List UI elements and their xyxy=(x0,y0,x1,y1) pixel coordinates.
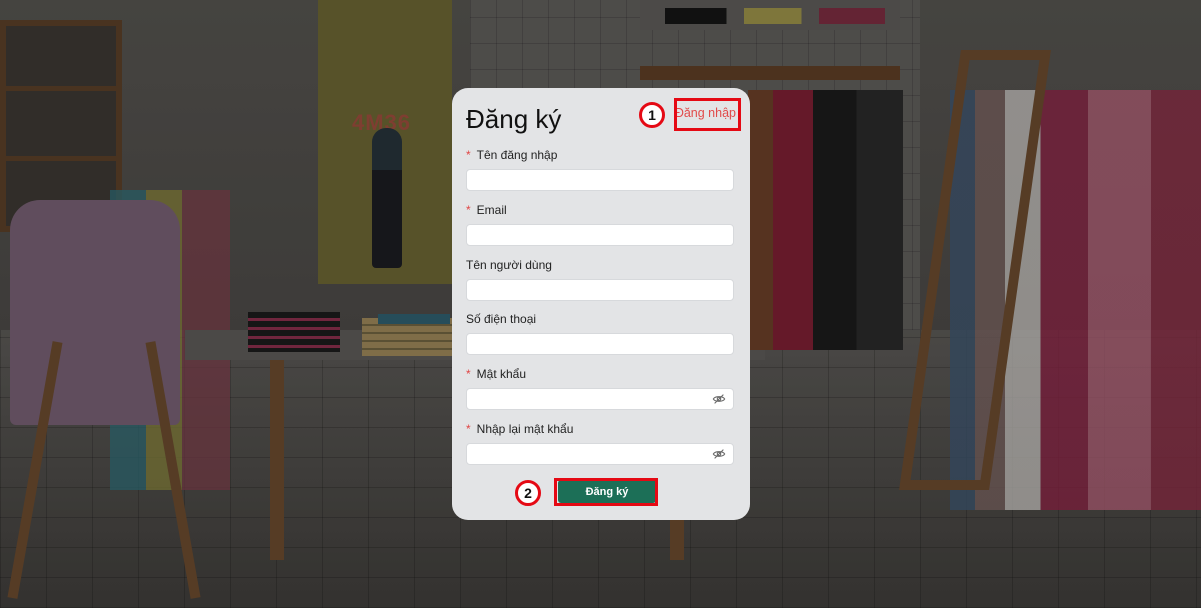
confirm-password-label-text: Nhập lại mật khẩu xyxy=(476,422,574,436)
required-marker: * xyxy=(466,422,471,436)
page-title: Đăng ký xyxy=(466,104,562,134)
required-marker: * xyxy=(466,367,471,381)
username-label-text: Tên đăng nhập xyxy=(476,148,558,162)
highlight-register-button xyxy=(554,478,658,506)
step-marker-1: 1 xyxy=(639,102,665,128)
password-label-text: Mật khẩu xyxy=(476,367,527,381)
email-label-text: Email xyxy=(476,203,507,217)
step-marker-2: 2 xyxy=(515,480,541,506)
eye-slash-icon[interactable] xyxy=(712,447,726,461)
required-marker: * xyxy=(466,148,471,162)
email-input[interactable] xyxy=(466,224,734,246)
display-name-input[interactable] xyxy=(466,279,734,301)
password-label: * Mật khẩu xyxy=(466,367,526,381)
register-card: Đăng ký Đăng nhập * Tên đăng nhập * Email … xyxy=(452,88,750,520)
required-marker: * xyxy=(466,203,471,217)
password-input[interactable] xyxy=(466,388,734,410)
phone-label: Số điện thoại xyxy=(466,312,537,326)
username-label: * Tên đăng nhập xyxy=(466,148,557,162)
phone-input[interactable] xyxy=(466,333,734,355)
display-name-label: Tên người dùng xyxy=(466,258,552,272)
email-label: * Email xyxy=(466,203,507,217)
username-input[interactable] xyxy=(466,169,734,191)
eye-slash-icon[interactable] xyxy=(712,392,726,406)
confirm-password-label: * Nhập lại mật khẩu xyxy=(466,422,573,436)
highlight-login-link xyxy=(674,98,741,131)
confirm-password-input[interactable] xyxy=(466,443,734,465)
